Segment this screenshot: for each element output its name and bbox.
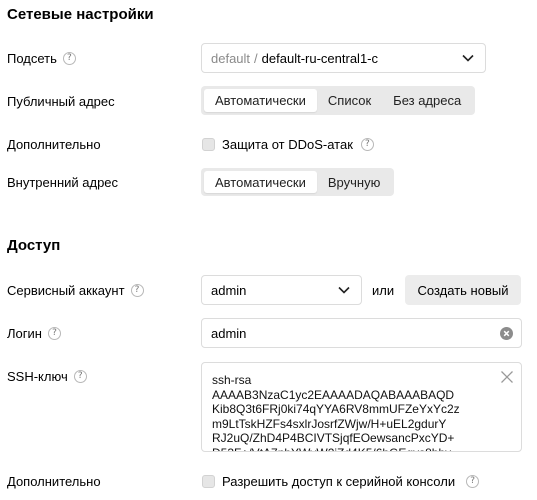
help-icon[interactable]: ? [62, 51, 76, 65]
chevron-down-icon [462, 54, 474, 62]
close-icon[interactable] [500, 370, 514, 384]
subnet-label: Подсеть [7, 50, 57, 66]
access-extra-label: Дополнительно [7, 473, 101, 489]
subnet-separator: / [254, 50, 258, 66]
internal-address-toggle[interactable]: Автоматически Вручную [201, 168, 395, 196]
ddos-checkbox[interactable] [202, 137, 215, 151]
network-section-title: Сетевые настройки [7, 6, 154, 23]
access-section-title: Доступ [7, 237, 61, 254]
internal-address-option-auto[interactable]: Автоматически [204, 171, 317, 193]
ssh-key-label: SSH-ключ [7, 368, 68, 384]
public-address-label: Публичный адрес [7, 93, 115, 109]
login-value: admin [211, 325, 247, 341]
login-label: Логин [7, 325, 42, 341]
ddos-checkbox-row[interactable]: Защита от DDoS-атак ? [202, 134, 374, 154]
login-input[interactable]: admin [201, 318, 522, 348]
subnet-value: default-ru-central1-c [261, 50, 378, 66]
clear-icon[interactable] [500, 327, 513, 340]
help-icon[interactable]: ? [130, 283, 144, 297]
subnet-select[interactable]: default / default-ru-central1-c [201, 43, 486, 73]
subnet-prefix: default [211, 50, 251, 66]
ddos-checkbox-label: Защита от DDoS-атак [222, 136, 353, 152]
ssh-key-label-row: SSH-ключ ? [7, 366, 87, 386]
public-address-option-none[interactable]: Без адреса [382, 89, 472, 112]
serial-console-checkbox-row[interactable]: Разрешить доступ к серийной консоли ? [202, 471, 480, 491]
help-icon[interactable]: ? [47, 326, 61, 340]
subnet-label-row: Подсеть ? [7, 48, 76, 68]
public-address-toggle[interactable]: Автоматически Список Без адреса [201, 86, 476, 115]
service-account-label: Сервисный аккаунт [7, 282, 125, 298]
service-account-label-row: Сервисный аккаунт ? [7, 280, 144, 300]
network-extra-label: Дополнительно [7, 136, 101, 152]
create-service-account-button[interactable]: Создать новый [405, 275, 521, 305]
internal-address-option-manual[interactable]: Вручную [317, 171, 391, 193]
login-label-row: Логин ? [7, 323, 61, 343]
service-account-value: admin [211, 282, 247, 298]
help-icon[interactable]: ? [466, 474, 480, 488]
public-address-option-auto[interactable]: Автоматически [204, 89, 317, 112]
help-icon[interactable]: ? [360, 137, 374, 151]
serial-console-checkbox[interactable] [202, 474, 215, 488]
public-address-option-list[interactable]: Список [317, 89, 382, 112]
chevron-down-icon [338, 286, 350, 294]
or-text: или [372, 282, 395, 298]
service-account-select[interactable]: admin [201, 275, 362, 305]
ssh-key-value: ssh-rsa AAAAB3NzaC1yc2EAAAADAQABAAABAQD … [212, 373, 460, 451]
help-icon[interactable]: ? [73, 369, 87, 383]
ssh-key-textarea[interactable]: ssh-rsa AAAAB3NzaC1yc2EAAAADAQABAAABAQD … [201, 362, 522, 452]
internal-address-label: Внутренний адрес [7, 174, 119, 190]
serial-console-checkbox-label: Разрешить доступ к серийной консоли [222, 473, 456, 489]
